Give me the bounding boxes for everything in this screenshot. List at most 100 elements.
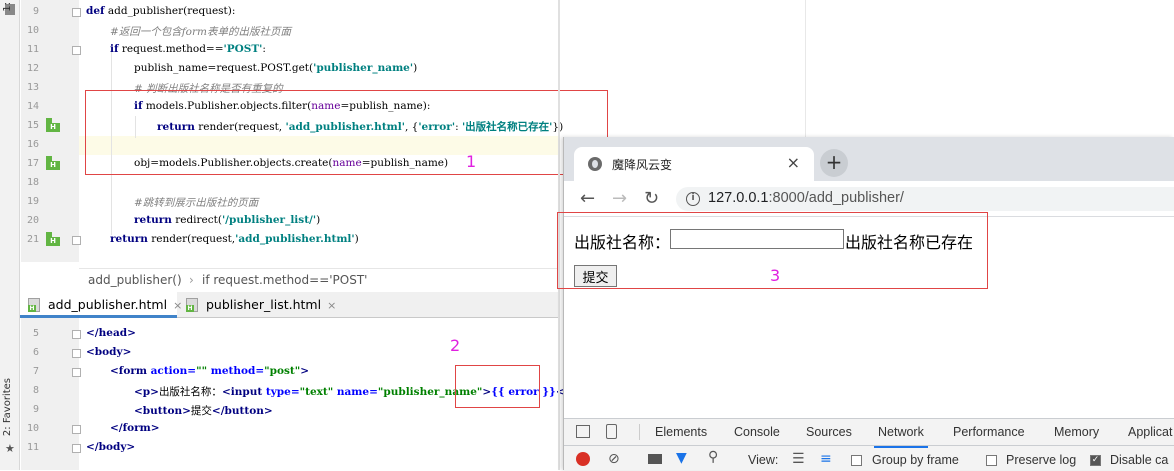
code-line-11[interactable]: if request.method=='POST':: [110, 43, 266, 55]
fold-marker[interactable]: [72, 368, 81, 377]
browser-tabstrip: 魔降风云变 × +: [564, 137, 1174, 181]
disable-cache-label: Disable ca: [1110, 453, 1169, 467]
fold-marker[interactable]: [72, 349, 81, 358]
tab-network[interactable]: Network: [874, 425, 928, 448]
html-line-6[interactable]: <body>: [86, 346, 131, 358]
line-number: 9: [32, 404, 39, 415]
annotation-number-2: 2: [450, 336, 461, 355]
html-file-icon: H: [28, 298, 40, 312]
clear-icon[interactable]: ⊘: [608, 451, 620, 467]
devtools-panel: Elements Console Sources Network Perform…: [564, 418, 1174, 470]
line-number: 17: [26, 158, 39, 169]
preserve-log-checkbox[interactable]: [986, 455, 997, 466]
html-line-5[interactable]: </head>: [86, 327, 136, 339]
back-icon[interactable]: ←: [580, 188, 595, 209]
fold-marker[interactable]: [72, 46, 81, 55]
line-number: 10: [26, 25, 39, 36]
project-tab[interactable]: 1:: [2, 2, 13, 12]
tab-publisher-list-html[interactable]: Hpublisher_list.html ×: [178, 292, 338, 318]
html-line-10[interactable]: </form>: [110, 422, 160, 434]
globe-icon: [588, 157, 602, 171]
group-by-frame-checkbox[interactable]: [851, 455, 862, 466]
tab-performance[interactable]: Performance: [953, 425, 1025, 439]
code-line-20[interactable]: return redirect('/publisher_list/'): [134, 214, 320, 226]
html-line-9[interactable]: <button>提交</button>: [134, 403, 273, 418]
line-number: 5: [32, 328, 39, 339]
fold-marker[interactable]: [72, 444, 81, 453]
breadcrumb-function[interactable]: add_publisher(): [88, 273, 182, 287]
fold-marker[interactable]: [72, 236, 81, 245]
line-number: 21: [26, 234, 39, 245]
line-number: 15: [26, 120, 39, 131]
line-number: 18: [26, 177, 39, 188]
preserve-log-label: Preserve log: [1006, 453, 1077, 467]
search-icon[interactable]: ⚲: [708, 449, 718, 465]
annotation-number-1: 1: [466, 152, 477, 171]
html-file-icon[interactable]: H: [46, 118, 62, 132]
line-number: 8: [32, 385, 39, 396]
html-file-icon[interactable]: H: [46, 156, 62, 170]
waterfall-icon[interactable]: ≡: [820, 451, 832, 467]
line-number: 16: [26, 139, 39, 150]
url-text[interactable]: 127.0.0.1:8000/add_publisher/: [708, 190, 904, 206]
group-by-frame-label: Group by frame: [872, 453, 959, 467]
tool-sidebar: 1: 2: Favorites ★: [0, 0, 20, 470]
info-icon[interactable]: i: [686, 192, 700, 206]
html-file-icon[interactable]: H: [46, 232, 62, 246]
camera-icon[interactable]: [648, 454, 662, 464]
line-number: 6: [32, 347, 39, 358]
line-number: 14: [26, 101, 39, 112]
line-number: 7: [32, 366, 39, 377]
line-number: 11: [26, 44, 39, 55]
line-number: 9: [32, 6, 39, 17]
disable-cache-checkbox[interactable]: ✓: [1090, 455, 1101, 466]
code-line-19[interactable]: #跳转到展示出版社的页面: [134, 195, 258, 210]
breadcrumb-condition[interactable]: if request.method=='POST': [202, 273, 367, 287]
network-toolbar: ⊘ ▼ ⚲ View: ☰ ≡ Group by frame Preserve …: [564, 447, 1174, 471]
tab-add-publisher-html[interactable]: Hadd_publisher.html ×: [20, 292, 182, 318]
browser-tab[interactable]: 魔降风云变 ×: [574, 147, 814, 181]
tab-console[interactable]: Console: [734, 425, 780, 439]
close-icon[interactable]: ×: [327, 299, 336, 312]
breadcrumb-separator: ›: [189, 273, 194, 287]
tab-elements[interactable]: Elements: [655, 425, 707, 439]
browser-tab-title: 魔降风云变: [612, 158, 673, 172]
right-margin-guide: [805, 0, 806, 140]
code-line-12[interactable]: publish_name=request.POST.get('publisher…: [134, 62, 417, 74]
tab-application[interactable]: Applicat: [1128, 425, 1172, 439]
address-bar[interactable]: i 127.0.0.1:8000/add_publisher/: [676, 187, 1174, 211]
code-line-9[interactable]: def add_publisher(request):: [86, 5, 235, 17]
line-number: 19: [26, 196, 39, 207]
filter-icon[interactable]: ▼: [676, 450, 687, 466]
html-file-icon: H: [186, 298, 198, 312]
line-number: 11: [26, 442, 39, 453]
breadcrumb: add_publisher() › if request.method=='PO…: [79, 268, 559, 292]
code-line-21[interactable]: return render(request,'add_publisher.htm…: [110, 233, 359, 245]
code-line-10[interactable]: #返回一个包含form表单的出版社页面: [110, 24, 291, 39]
reload-icon[interactable]: ↻: [644, 188, 659, 209]
forward-icon[interactable]: →: [612, 188, 627, 209]
tab-memory[interactable]: Memory: [1054, 425, 1099, 439]
fold-marker[interactable]: [72, 8, 81, 17]
divider: [639, 424, 640, 440]
new-tab-button[interactable]: +: [820, 149, 848, 177]
line-number: 20: [26, 215, 39, 226]
editor-tabs: Hadd_publisher.html × Hpublisher_list.htm…: [20, 292, 560, 318]
star-icon[interactable]: ★: [5, 442, 15, 455]
html-line-11[interactable]: </body>: [86, 441, 135, 453]
favorites-tab[interactable]: 2: Favorites: [2, 378, 13, 436]
html-line-7[interactable]: <form action="" method="post">: [110, 365, 309, 377]
tab-sources[interactable]: Sources: [806, 425, 852, 439]
record-icon[interactable]: [576, 452, 590, 466]
list-view-icon[interactable]: ☰: [792, 451, 805, 467]
annotation-box-1: [85, 90, 608, 175]
inspect-icon[interactable]: [576, 425, 590, 438]
line-number: 10: [26, 423, 39, 434]
annotation-box-2: [455, 365, 540, 408]
fold-marker[interactable]: [72, 425, 81, 434]
fold-marker[interactable]: [72, 330, 81, 339]
device-toolbar-icon[interactable]: [606, 424, 617, 439]
line-number: 12: [26, 63, 39, 74]
close-icon[interactable]: ×: [787, 153, 800, 172]
browser-window: 魔降风云变 × + ← → ↻ i 127.0.0.1:8000/add_pub…: [563, 137, 1174, 470]
